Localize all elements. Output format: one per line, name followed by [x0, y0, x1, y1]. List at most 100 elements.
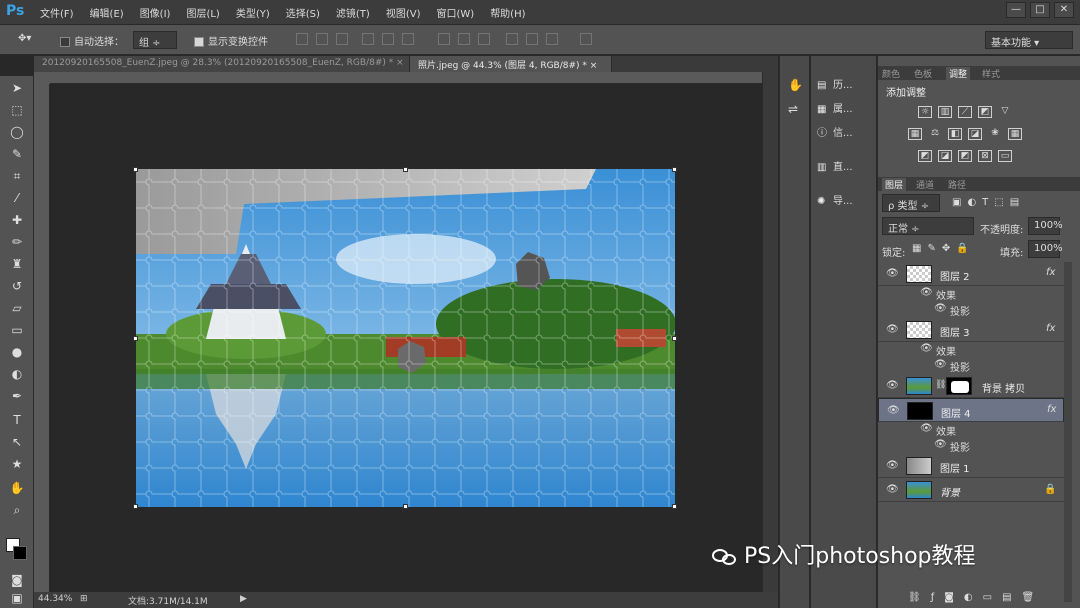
- layer-effect-row[interactable]: 👁 效果: [878, 343, 1064, 359]
- stamp-tool-icon[interactable]: ♜: [9, 256, 25, 272]
- path-select-icon[interactable]: ↖: [9, 434, 25, 450]
- hand-tool-icon[interactable]: ✋: [9, 480, 25, 496]
- quick-select-tool-icon[interactable]: ✎: [9, 146, 25, 162]
- shape-tool-icon[interactable]: ★: [9, 456, 25, 472]
- curves-icon[interactable]: ⟋: [958, 106, 972, 118]
- distribute-bottom-icon[interactable]: [478, 33, 490, 45]
- layers-scrollbar[interactable]: [1064, 262, 1072, 602]
- tab-doc-1[interactable]: 20120920165508_EuenZ.jpeg @ 28.3% (20120…: [34, 56, 410, 72]
- move-tool-icon[interactable]: ✥▾: [18, 33, 31, 44]
- lock-icons[interactable]: ▦✎✥🔒: [912, 243, 975, 254]
- auto-align-icon[interactable]: [580, 33, 592, 45]
- brush-presets-icon[interactable]: ⇌: [788, 102, 798, 116]
- move-tool-icon[interactable]: ➤: [9, 80, 25, 96]
- vibrance-icon[interactable]: ▽: [998, 106, 1012, 118]
- tab-swatches[interactable]: 色板: [914, 67, 932, 80]
- auto-select-dropdown[interactable]: 组 ÷: [133, 31, 177, 49]
- eye-icon[interactable]: 👁: [886, 380, 899, 391]
- layer-row[interactable]: 👁 背景 🔒: [878, 478, 1064, 502]
- tab-adjustments[interactable]: 调整: [946, 67, 971, 80]
- marquee-tool-icon[interactable]: ⬚: [9, 102, 25, 118]
- eye-icon[interactable]: 👁: [920, 287, 933, 298]
- layer-mask-thumbnail[interactable]: [946, 377, 972, 395]
- background-color-swatch[interactable]: [13, 546, 27, 560]
- menu-filter[interactable]: 滤镜(T): [336, 5, 370, 20]
- transform-handle[interactable]: [133, 167, 138, 172]
- close-button[interactable]: ✕: [1054, 2, 1074, 18]
- show-transform-checkbox[interactable]: 显示变换控件: [194, 33, 268, 48]
- maximize-button[interactable]: □: [1030, 2, 1050, 18]
- document-image[interactable]: [136, 169, 675, 507]
- tool-presets-icon[interactable]: ✋: [788, 78, 803, 92]
- quick-mask-icon[interactable]: ◙: [9, 572, 25, 588]
- brightness-icon[interactable]: ☼: [918, 106, 932, 118]
- align-hcenter-icon[interactable]: [382, 33, 394, 45]
- distribute-top-icon[interactable]: [438, 33, 450, 45]
- tab-doc-2[interactable]: 照片.jpeg @ 44.3% (图层 4, RGB/8#) * ×: [410, 56, 612, 72]
- transform-handle[interactable]: [672, 504, 677, 509]
- minimize-button[interactable]: —: [1006, 2, 1026, 18]
- menu-type[interactable]: 类型(Y): [236, 5, 270, 20]
- transform-handle[interactable]: [403, 504, 408, 509]
- zoom-level[interactable]: 44.34%: [38, 594, 72, 604]
- vertical-scrollbar[interactable]: [762, 72, 778, 592]
- hue-sat-icon[interactable]: ▦: [908, 128, 922, 140]
- layer-row[interactable]: 👁 图层 1: [878, 454, 1064, 478]
- eye-icon[interactable]: 👁: [886, 268, 899, 279]
- menu-image[interactable]: 图像(I): [140, 5, 171, 20]
- menu-window[interactable]: 窗口(W): [436, 5, 474, 20]
- dodge-tool-icon[interactable]: ◐: [9, 366, 25, 382]
- align-left-icon[interactable]: [362, 33, 374, 45]
- transform-handle[interactable]: [133, 336, 138, 341]
- info-panel-button[interactable]: ⓘ 信...: [817, 124, 877, 146]
- eye-icon[interactable]: 👁: [920, 423, 933, 434]
- eye-icon[interactable]: 👁: [886, 460, 899, 471]
- eye-icon[interactable]: 👁: [934, 303, 947, 314]
- distribute-vcenter-icon[interactable]: [458, 33, 470, 45]
- menu-select[interactable]: 选择(S): [286, 5, 320, 20]
- tab-paths[interactable]: 路径: [948, 178, 966, 191]
- menu-file[interactable]: 文件(F): [40, 5, 74, 20]
- eyedropper-tool-icon[interactable]: ⁄: [9, 190, 25, 206]
- exposure-icon[interactable]: ◩: [978, 106, 992, 118]
- blur-tool-icon[interactable]: ●: [9, 344, 25, 360]
- filter-icons[interactable]: ▣◐T⬚▤: [952, 197, 1025, 208]
- layers-footer-icons[interactable]: ⛓ƒ◙◐▭▤🗑: [908, 592, 1044, 603]
- menu-help[interactable]: 帮助(H): [490, 5, 525, 20]
- menu-view[interactable]: 视图(V): [386, 5, 421, 20]
- layer-kind-filter[interactable]: ρ 类型 ÷: [882, 194, 940, 212]
- posterize-icon[interactable]: ◪: [938, 150, 952, 162]
- screen-mode-icon[interactable]: ▣: [9, 590, 25, 606]
- status-arrow-icon[interactable]: ▶: [240, 594, 247, 604]
- opacity-input[interactable]: 100%: [1028, 217, 1063, 235]
- zoom-tool-icon[interactable]: ⌕: [9, 502, 25, 518]
- eye-icon[interactable]: 👁: [886, 484, 899, 495]
- layer-effect-row[interactable]: 👁 效果: [878, 287, 1064, 303]
- eye-icon[interactable]: 👁: [920, 343, 933, 354]
- eye-icon[interactable]: 👁: [934, 439, 947, 450]
- eye-icon[interactable]: 👁: [887, 405, 900, 416]
- lasso-tool-icon[interactable]: ◯: [9, 124, 25, 140]
- align-top-icon[interactable]: [296, 33, 308, 45]
- distribute-left-icon[interactable]: [506, 33, 518, 45]
- workspace-select[interactable]: 基本功能 ▾: [985, 31, 1073, 49]
- transform-handle[interactable]: [133, 504, 138, 509]
- transform-handle[interactable]: [403, 167, 408, 172]
- menu-layer[interactable]: 图层(L): [186, 5, 219, 20]
- navigator-panel-button[interactable]: ✺ 导...: [817, 192, 877, 214]
- color-lookup-icon[interactable]: ▦: [1008, 128, 1022, 140]
- checkbox-checked-icon[interactable]: [194, 37, 204, 47]
- layer-row[interactable]: 👁 图层 3 fx: [878, 318, 1064, 342]
- eye-icon[interactable]: 👁: [886, 324, 899, 335]
- history-panel-button[interactable]: ▤ 历...: [817, 76, 877, 98]
- layer-row-selected[interactable]: 👁 图层 4 fx: [878, 398, 1064, 422]
- histogram-panel-button[interactable]: ▥ 直...: [817, 158, 877, 180]
- brush-tool-icon[interactable]: ✏: [9, 234, 25, 250]
- history-brush-icon[interactable]: ↺: [9, 278, 25, 294]
- layer-effect-row[interactable]: 👁 投影: [878, 359, 1064, 375]
- tab-channels[interactable]: 通道: [916, 178, 934, 191]
- photo-filter-icon[interactable]: ◪: [968, 128, 982, 140]
- tab-styles[interactable]: 样式: [982, 67, 1000, 80]
- pen-tool-icon[interactable]: ✒: [9, 388, 25, 404]
- layer-row[interactable]: 👁 图层 2 fx: [878, 262, 1064, 286]
